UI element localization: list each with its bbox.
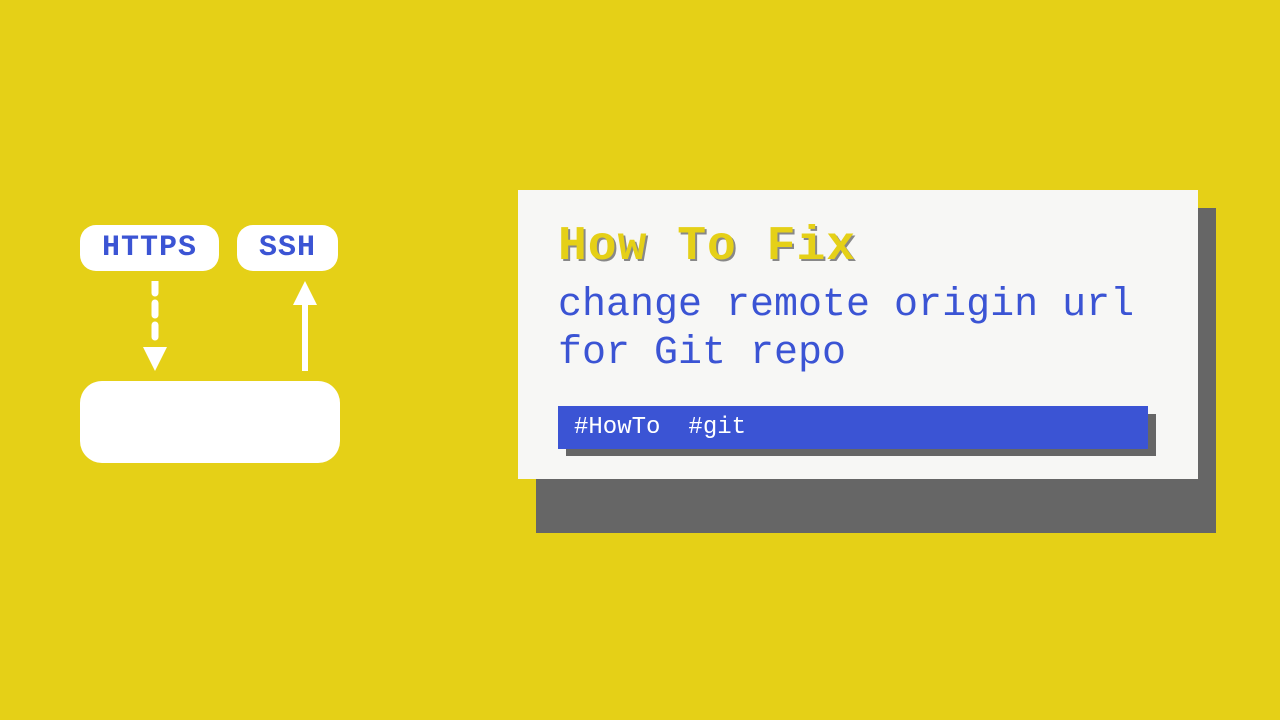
tag-bar-wrapper: #HowTo #git <box>558 406 1158 449</box>
ssh-pill: SSH <box>237 225 338 271</box>
card-wrapper: How To Fix change remote origin url for … <box>518 190 1198 479</box>
pill-row: HTTPS SSH <box>80 225 420 271</box>
card-subheading: change remote origin url for Git repo <box>558 282 1158 378</box>
info-card: How To Fix change remote origin url for … <box>518 190 1198 479</box>
repo-box <box>80 381 340 463</box>
https-pill: HTTPS <box>80 225 219 271</box>
tag-bar: #HowTo #git <box>558 406 1148 449</box>
tag-git: #git <box>688 414 746 441</box>
tag-howto: #HowTo <box>574 414 660 441</box>
arrow-down-dashed <box>140 281 170 371</box>
arrow-up-solid <box>290 281 320 371</box>
arrows-row <box>80 281 420 371</box>
card-heading: How To Fix <box>558 220 1158 274</box>
protocol-diagram: HTTPS SSH <box>80 225 420 463</box>
